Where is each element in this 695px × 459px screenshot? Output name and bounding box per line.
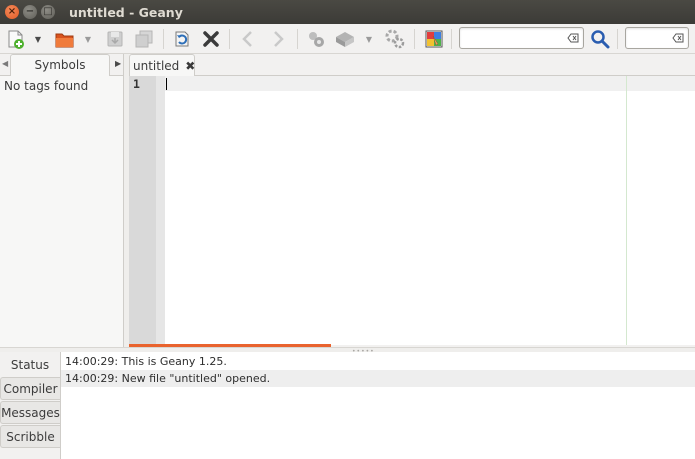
- window-maximize-button[interactable]: □: [41, 5, 55, 19]
- tab-compiler[interactable]: Compiler: [0, 377, 60, 400]
- open-file-icon: [55, 33, 74, 48]
- code-editor[interactable]: 1: [129, 76, 695, 345]
- title-bar: × − □ untitled - Geany: [0, 0, 695, 24]
- reload-button[interactable]: [170, 27, 194, 51]
- search-button[interactable]: [589, 27, 611, 51]
- new-file-button[interactable]: [5, 27, 27, 51]
- message-window-tabs: Status Compiler Messages Scribble: [0, 352, 60, 459]
- window-minimize-button[interactable]: −: [23, 5, 37, 19]
- compile-icon: [309, 32, 324, 47]
- open-recent-dropdown-button[interactable]: ▼: [83, 27, 93, 51]
- clear-search-icon[interactable]: [567, 33, 579, 43]
- list-item: 14:00:29: This is Geany 1.25.: [65, 355, 227, 368]
- save-all-button[interactable]: [132, 27, 156, 51]
- color-chooser-button[interactable]: [422, 27, 446, 51]
- current-line-highlight: [165, 76, 695, 91]
- toolbar-separator: [414, 29, 415, 49]
- tab-untitled[interactable]: untitled ✖: [129, 54, 195, 76]
- run-button[interactable]: [383, 27, 407, 51]
- clear-goto-icon[interactable]: [672, 33, 684, 43]
- message-window: Status Compiler Messages Scribble 14:00:…: [0, 352, 695, 459]
- goto-line-input[interactable]: [625, 27, 689, 49]
- no-tags-text: No tags found: [4, 79, 89, 93]
- toolbar-separator: [451, 29, 452, 49]
- toolbar-separator: [163, 29, 164, 49]
- build-dropdown-button[interactable]: ▼: [364, 27, 374, 51]
- list-item: 14:00:29: New file "untitled" opened.: [61, 370, 695, 387]
- status-log[interactable]: 14:00:29: This is Geany 1.25. 14:00:29: …: [60, 352, 695, 459]
- save-all-icon: [135, 30, 153, 48]
- toolbar-separator: [617, 29, 618, 49]
- tab-messages[interactable]: Messages: [0, 401, 60, 424]
- reload-icon: [175, 31, 189, 47]
- line-number-gutter: 1: [129, 76, 156, 345]
- text-cursor: [166, 78, 167, 90]
- build-button[interactable]: [333, 27, 357, 51]
- toolbar-separator: [297, 29, 298, 49]
- sidebar: ◀ Symbols ▶ No tags found: [0, 54, 124, 348]
- window-close-button[interactable]: ×: [5, 5, 19, 19]
- search-input[interactable]: [459, 27, 584, 49]
- line-number: 1: [133, 77, 140, 91]
- tab-scribble[interactable]: Scribble: [0, 425, 60, 448]
- new-file-dropdown-button[interactable]: ▼: [33, 27, 43, 51]
- window-title: untitled - Geany: [69, 4, 183, 20]
- tabs-scroll-right-icon[interactable]: ▶: [115, 59, 121, 68]
- forward-icon: [274, 31, 284, 47]
- new-file-icon: [8, 30, 24, 49]
- search-icon: [591, 30, 610, 49]
- tab-label: untitled: [133, 58, 180, 73]
- long-line-marker: [626, 76, 627, 345]
- toolbar: ▼ ▼ ▼: [0, 24, 695, 54]
- compile-button[interactable]: [304, 27, 328, 51]
- editor-tabs: untitled ✖: [129, 54, 695, 76]
- tab-symbols[interactable]: Symbols: [10, 54, 110, 76]
- run-icon: [385, 29, 405, 49]
- open-file-button[interactable]: [53, 27, 77, 51]
- tab-status[interactable]: Status: [0, 353, 60, 376]
- build-icon: [336, 32, 354, 47]
- fold-margin[interactable]: [156, 76, 165, 345]
- close-file-button[interactable]: [199, 27, 223, 51]
- navigate-back-button[interactable]: [238, 27, 258, 51]
- sidebar-tabs: ◀ Symbols ▶: [0, 54, 124, 76]
- tabs-scroll-left-icon[interactable]: ◀: [2, 59, 8, 68]
- back-icon: [242, 31, 252, 47]
- close-icon: [203, 31, 219, 47]
- toolbar-separator: [229, 29, 230, 49]
- color-chooser-icon: [425, 30, 443, 48]
- tab-close-icon[interactable]: ✖: [185, 59, 195, 73]
- save-button[interactable]: [103, 27, 127, 51]
- save-icon: [107, 31, 123, 47]
- symbols-list[interactable]: No tags found: [0, 76, 123, 348]
- navigate-forward-button[interactable]: [268, 27, 288, 51]
